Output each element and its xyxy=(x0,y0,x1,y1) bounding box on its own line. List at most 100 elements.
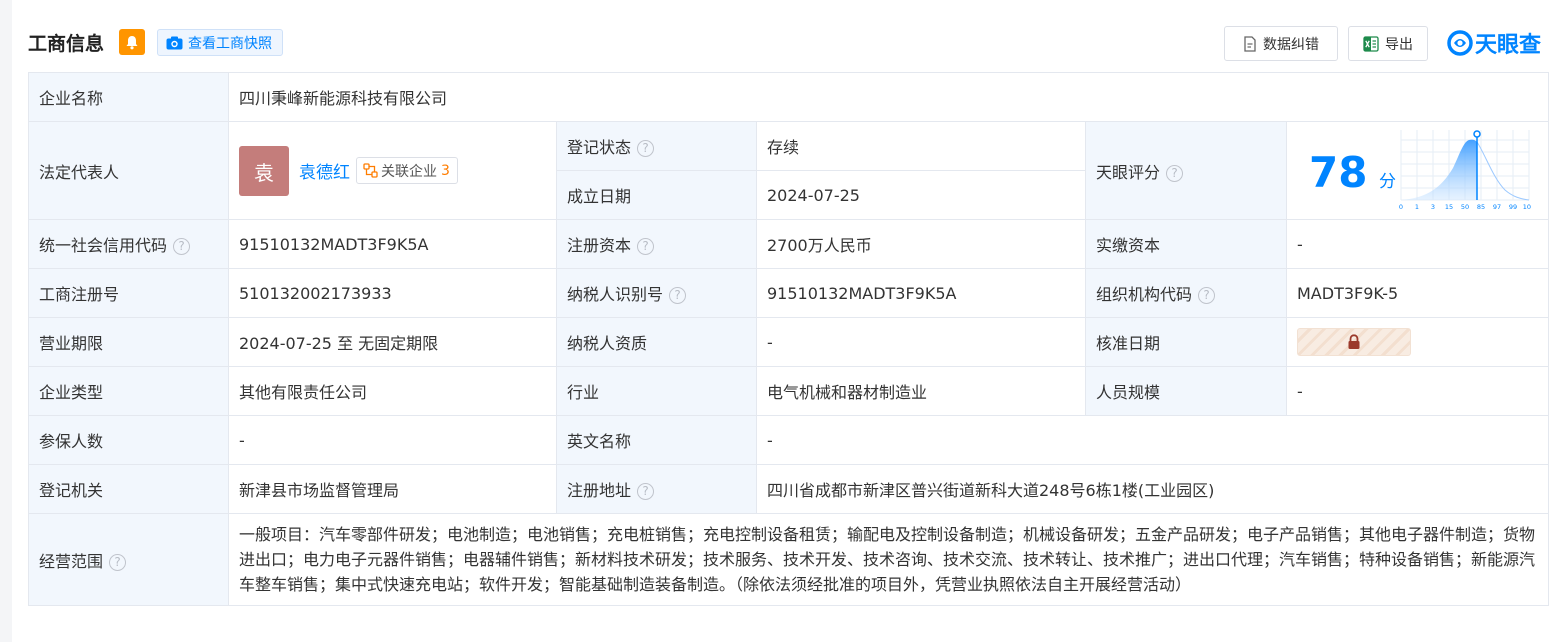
approve-date-cell xyxy=(1285,317,1550,367)
table-row: 经营范围? 一般项目：汽车零部件研发；电池制造；电池销售；充电桩销售；充电控制设… xyxy=(28,513,1550,606)
table-row: 法定代表人 袁 袁德红 关联企业 3 登记状态? 存续 天眼评分? 78 分 0… xyxy=(28,121,1550,220)
reg-status-label-cell: 登记状态? xyxy=(556,121,757,171)
score-tick-label: 1 xyxy=(1415,203,1419,211)
related-companies-button[interactable]: 关联企业 3 xyxy=(356,157,458,184)
scope-value: 一般项目：汽车零部件研发；电池制造；电池销售；充电桩销售；充电控制设备租赁；输配… xyxy=(227,513,1550,606)
industry-label: 行业 xyxy=(556,366,757,416)
tianyancha-logo-icon xyxy=(1447,30,1473,56)
brand-logo: 天眼查 xyxy=(1447,28,1541,58)
score-value: 78 xyxy=(1309,148,1368,197)
address-label-cell: 注册地址? xyxy=(556,464,757,514)
taxpayer-id-label-cell: 纳税人识别号? xyxy=(556,268,757,318)
table-row: 统一社会信用代码? 91510132MADT3F9K5A 注册资本? 2700万… xyxy=(28,219,1550,269)
question-circle-icon[interactable]: ? xyxy=(173,238,191,255)
table-row: 企业名称 四川秉峰新能源科技有限公司 xyxy=(28,72,1550,122)
reg-status-label: 登记状态 xyxy=(567,138,632,157)
score-unit: 分 xyxy=(1379,172,1396,192)
avatar[interactable]: 袁 xyxy=(239,146,289,196)
score-cell[interactable]: 78 分 0 1 3 15 50 85 97 99 10 xyxy=(1285,121,1550,220)
export-label: 导出 xyxy=(1385,36,1413,53)
legal-rep-cell: 袁 袁德红 关联企业 3 xyxy=(228,121,557,220)
question-circle-icon[interactable]: ? xyxy=(1166,164,1184,182)
table-row: 工商注册号 510132002173933 纳税人识别号? 91510132MA… xyxy=(28,268,1550,318)
address-label: 注册地址 xyxy=(567,481,632,500)
taxpayer-qual-label: 纳税人资质 xyxy=(556,317,757,367)
question-circle-icon[interactable]: ? xyxy=(637,483,655,500)
document-edit-icon xyxy=(1244,35,1256,52)
left-gutter xyxy=(0,0,12,642)
reg-capital-label-cell: 注册资本? xyxy=(556,219,757,269)
score-tick-label: 100 xyxy=(1523,203,1531,211)
reg-status-value: 存续 xyxy=(756,121,1086,171)
data-correction-label: 数据纠错 xyxy=(1263,36,1319,53)
company-type-value: 其他有限责任公司 xyxy=(228,366,557,416)
excel-icon xyxy=(1363,35,1379,52)
insured-value: - xyxy=(228,415,557,465)
taxpayer-qual-value: - xyxy=(756,317,1086,367)
business-info-table: 企业名称 四川秉峰新能源科技有限公司 法定代表人 袁 袁德红 关联企业 3 登记… xyxy=(28,72,1550,606)
en-name-value: - xyxy=(755,415,1550,465)
found-date-label: 成立日期 xyxy=(556,170,757,220)
bell-icon[interactable] xyxy=(119,29,145,55)
question-circle-icon[interactable]: ? xyxy=(109,553,127,571)
scope-label-cell: 经营范围? xyxy=(28,513,229,606)
score-tick-label: 3 xyxy=(1431,203,1435,211)
question-circle-icon[interactable]: ? xyxy=(669,287,687,304)
section-title: 工商信息 xyxy=(28,33,105,55)
taxpayer-id-label: 纳税人识别号 xyxy=(567,285,664,304)
org-code-label: 组织机构代码 xyxy=(1096,285,1193,304)
legal-rep-label: 法定代表人 xyxy=(28,121,229,220)
staff-size-label: 人员规模 xyxy=(1085,366,1287,416)
question-circle-icon[interactable]: ? xyxy=(1198,287,1216,304)
scope-label: 经营范围 xyxy=(39,551,104,571)
reg-capital-label: 注册资本 xyxy=(567,236,632,255)
approve-date-label: 核准日期 xyxy=(1085,317,1287,367)
score-label: 天眼评分 xyxy=(1096,162,1161,182)
credit-code-label-cell: 统一社会信用代码? xyxy=(28,219,229,269)
section-header: 工商信息 查看工商快照 数据纠错 导出 天眼查 xyxy=(28,26,1549,62)
industry-value: 电气机械和器材制造业 xyxy=(756,366,1086,416)
brand-name: 天眼查 xyxy=(1475,33,1542,58)
data-correction-button[interactable]: 数据纠错 xyxy=(1224,26,1338,61)
export-button[interactable]: 导出 xyxy=(1348,26,1428,61)
score-label-cell: 天眼评分? xyxy=(1085,121,1287,220)
authority-label: 登记机关 xyxy=(28,464,229,514)
paid-capital-value: - xyxy=(1285,219,1550,269)
score-tick-label: 97 xyxy=(1493,203,1501,211)
lock-icon xyxy=(1348,334,1360,349)
company-name-value: 四川秉峰新能源科技有限公司 xyxy=(227,72,1550,122)
view-snapshot-label: 查看工商快照 xyxy=(188,35,272,52)
question-circle-icon[interactable]: ? xyxy=(637,238,655,255)
related-companies-label: 关联企业 xyxy=(381,163,437,180)
insured-label: 参保人数 xyxy=(28,415,229,465)
taxpayer-id-value: 91510132MADT3F9K5A xyxy=(756,268,1086,318)
company-name-label: 企业名称 xyxy=(28,72,229,122)
address-value: 四川省成都市新津区普兴街道新科大道248号6栋1楼(工业园区) xyxy=(755,464,1550,514)
reg-capital-value: 2700万人民币 xyxy=(756,219,1086,269)
locked-value[interactable] xyxy=(1297,328,1411,356)
score-distribution-chart: 0 1 3 15 50 85 97 99 100 xyxy=(1399,130,1531,211)
org-code-label-cell: 组织机构代码? xyxy=(1085,268,1287,318)
table-row: 企业类型 其他有限责任公司 行业 电气机械和器材制造业 人员规模 - xyxy=(28,366,1550,416)
reg-no-label: 工商注册号 xyxy=(28,268,229,318)
found-date-value: 2024-07-25 xyxy=(756,170,1086,220)
legal-rep-name-link[interactable]: 袁德红 xyxy=(299,158,350,183)
score-tick-label: 15 xyxy=(1445,203,1453,211)
paid-capital-label: 实缴资本 xyxy=(1085,219,1287,269)
authority-value: 新津县市场监督管理局 xyxy=(228,464,557,514)
org-code-value: MADT3F9K-5 xyxy=(1285,268,1550,318)
table-row: 营业期限 2024-07-25 至 无固定期限 纳税人资质 - 核准日期 xyxy=(28,317,1550,367)
related-companies-count: 3 xyxy=(441,162,450,179)
view-snapshot-button[interactable]: 查看工商快照 xyxy=(157,29,283,56)
credit-code-label: 统一社会信用代码 xyxy=(39,236,168,255)
en-name-label: 英文名称 xyxy=(556,415,757,465)
term-value: 2024-07-25 至 无固定期限 xyxy=(228,317,557,367)
table-row: 参保人数 - 英文名称 - xyxy=(28,415,1550,465)
score-tick-label: 0 xyxy=(1399,203,1403,211)
company-type-label: 企业类型 xyxy=(28,366,229,416)
table-row: 登记机关 新津县市场监督管理局 注册地址? 四川省成都市新津区普兴街道新科大道2… xyxy=(28,464,1550,514)
question-circle-icon[interactable]: ? xyxy=(637,140,655,157)
related-companies-icon xyxy=(363,163,378,178)
score-tick-label: 85 xyxy=(1477,203,1485,211)
reg-no-value: 510132002173933 xyxy=(228,268,557,318)
